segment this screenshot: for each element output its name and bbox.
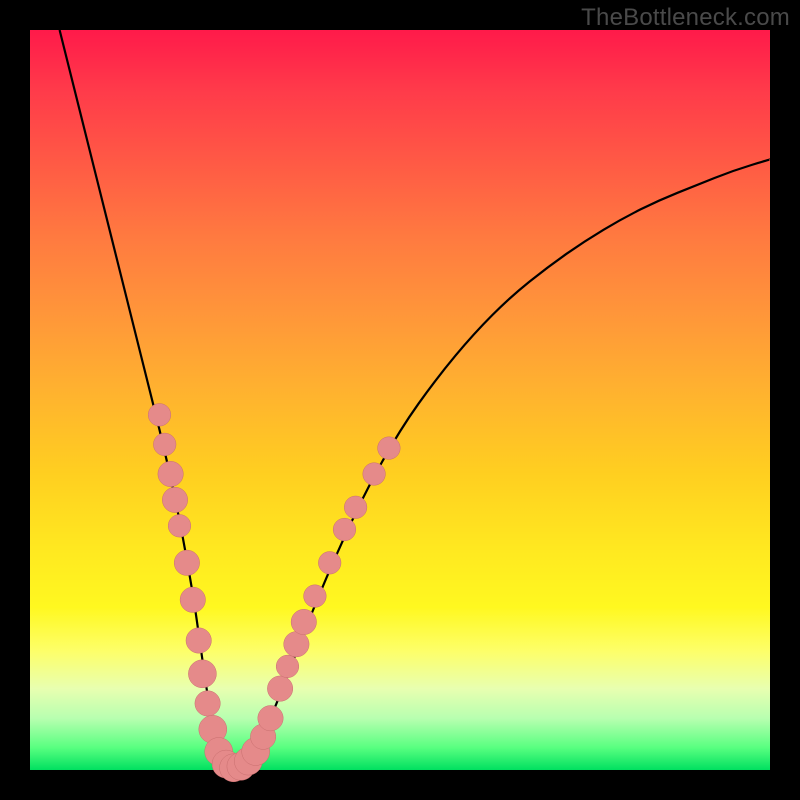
curve-marker [186, 628, 211, 653]
curve-marker [378, 437, 401, 460]
watermark-text: TheBottleneck.com [581, 4, 790, 32]
curve-marker [180, 587, 205, 612]
curve-marker [258, 706, 283, 731]
curve-marker [318, 552, 341, 575]
curve-marker [148, 404, 171, 427]
curve-marker [344, 496, 367, 519]
curve-marker [267, 676, 292, 701]
curve-marker [363, 463, 386, 486]
plot-area [30, 30, 770, 770]
curve-marker [195, 691, 220, 716]
curve-marker [168, 515, 191, 538]
curve-marker [333, 518, 356, 541]
curve-marker [158, 461, 183, 486]
curve-marker [153, 433, 176, 456]
curve-marker [162, 487, 187, 512]
curve-marker [174, 550, 199, 575]
bottleneck-curve [60, 30, 770, 765]
curve-svg [30, 30, 770, 770]
curve-marker [304, 585, 327, 608]
curve-marker [291, 609, 316, 634]
chart-frame: TheBottleneck.com [0, 0, 800, 800]
curve-markers [148, 404, 400, 782]
curve-marker [276, 655, 299, 678]
curve-marker [284, 632, 309, 657]
curve-marker [188, 660, 216, 688]
